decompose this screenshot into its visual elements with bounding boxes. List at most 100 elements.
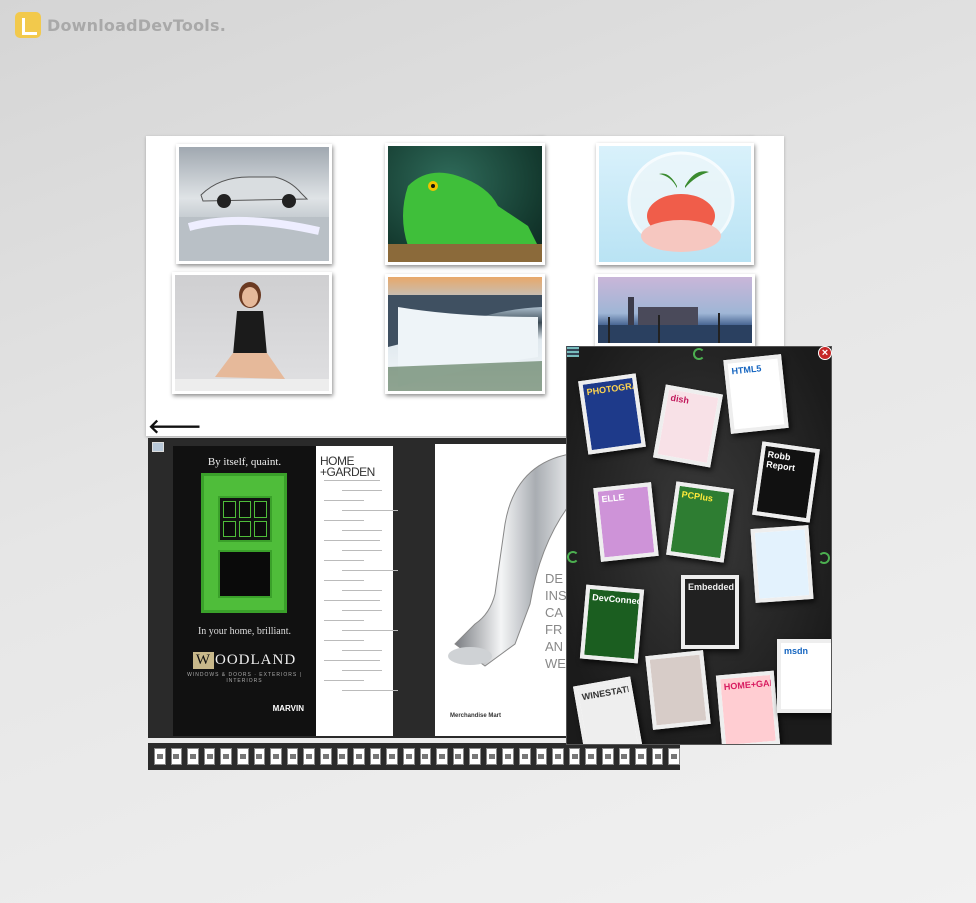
page-thumbnail[interactable] (170, 748, 183, 765)
magazine-cover[interactable]: WINESTATE (573, 676, 643, 744)
waterfall-image (388, 295, 542, 391)
page-thumbnail[interactable] (618, 748, 631, 765)
magazine-cover[interactable]: dish (653, 384, 723, 468)
toc-entry (324, 600, 380, 601)
toc-entry (342, 510, 398, 511)
dessert-image (627, 151, 735, 252)
toc-entry (324, 640, 364, 641)
table-of-contents-page[interactable]: HOME +GARDEN (316, 446, 398, 736)
page-thumbnail[interactable] (154, 748, 166, 765)
photo-waterfall[interactable] (385, 274, 545, 394)
toc-entry (342, 650, 382, 651)
page-thumbnail[interactable] (220, 748, 232, 765)
magazine-cover[interactable]: ELLE (593, 482, 659, 562)
page-thumbnail[interactable] (270, 748, 282, 765)
toc-entry (342, 550, 382, 551)
page-thumbnail[interactable] (386, 748, 398, 765)
page-thumbnail[interactable] (353, 748, 365, 765)
ad-brand-tag: WINDOWS & DOORS · EXTERIORS | INTERIORS (187, 672, 302, 684)
page-thumbnail[interactable] (519, 748, 531, 765)
page-thumbnail[interactable] (319, 748, 332, 765)
toc-entry (324, 660, 380, 661)
page-thumbnail[interactable] (651, 748, 664, 765)
page-thumbnail[interactable] (203, 748, 216, 765)
page-corner-icon[interactable] (152, 442, 164, 452)
grid-view-icon[interactable] (567, 346, 579, 357)
magazine-cover[interactable]: DevConnections (579, 584, 645, 664)
magazine-cover[interactable]: Robb Report (752, 441, 820, 523)
car-image (179, 176, 329, 261)
page-thumbnail[interactable] (485, 748, 498, 765)
page-thumbnail[interactable] (253, 748, 266, 765)
page-thumbnail[interactable] (187, 748, 199, 765)
page-thumbnail[interactable] (668, 748, 680, 765)
marvin-logo: MARVIN (272, 704, 304, 713)
toc-entry (342, 590, 382, 591)
logo-icon (15, 12, 41, 38)
magazine-cover[interactable] (750, 525, 814, 603)
toc-entry (342, 530, 382, 531)
toc-entry (342, 570, 398, 571)
photo-lizard[interactable] (385, 143, 545, 265)
watermark-text: DownloadDevTools. (47, 15, 226, 35)
page-thumbnail[interactable] (502, 748, 515, 765)
page-thumbnail[interactable] (286, 748, 299, 765)
lizard-image (388, 172, 542, 262)
page-thumbnail[interactable] (436, 748, 448, 765)
magazine-cover[interactable]: HTML5 (723, 354, 789, 434)
bookshelf-panel: PHOTOGRAPHY dish HTML5 Robb Report ELLE PCPlu… (566, 346, 832, 745)
magazine-cover[interactable] (645, 650, 711, 730)
page-thumbnail[interactable] (336, 748, 349, 765)
page-thumbnail[interactable] (602, 748, 614, 765)
toc-entry (342, 690, 398, 691)
ad-headline: By itself, quaint. (207, 456, 282, 468)
woodland-ad-page[interactable]: By itself, quaint. In your home, brillia… (173, 446, 316, 736)
page-thumbnail[interactable] (303, 748, 315, 765)
page-thumbnail[interactable] (369, 748, 382, 765)
magazine-cover[interactable]: PHOTOGRAPHY (578, 373, 646, 455)
rotate-handle-icon[interactable] (567, 551, 579, 563)
photo-venice[interactable] (595, 274, 755, 346)
toc-title: HOME +GARDEN (320, 454, 375, 479)
ad-subline: In your home, brilliant. (197, 626, 292, 637)
close-bookshelf-button[interactable]: × (818, 346, 832, 360)
page-thumbnail[interactable] (535, 748, 548, 765)
rotate-handle-icon[interactable] (818, 552, 830, 564)
photo-dessert[interactable] (596, 143, 754, 265)
toc-entry (324, 680, 364, 681)
rotate-handle-icon[interactable] (693, 348, 705, 360)
page-thumbnail[interactable] (402, 748, 415, 765)
magazine-cover[interactable]: PCPlus (666, 481, 734, 563)
watermark-logo: DownloadDevTools. (15, 12, 226, 38)
toc-entry (342, 670, 382, 671)
page-thumbnail[interactable] (236, 748, 249, 765)
page-thumbnail[interactable] (452, 748, 465, 765)
toc-entry (324, 560, 364, 561)
woman-image (175, 282, 329, 391)
toc-entry (324, 620, 364, 621)
magazine-title: Embedded (688, 582, 735, 592)
back-arrow-icon[interactable]: 🡐 (148, 414, 202, 439)
toc-entry (324, 520, 364, 521)
toc-entry (342, 630, 398, 631)
page-thumbnail[interactable] (419, 748, 432, 765)
toc-entry (342, 610, 382, 611)
toc-entry (324, 480, 380, 481)
photo-car[interactable] (176, 144, 332, 264)
toc-entry (342, 490, 382, 491)
page-thumbnail[interactable] (469, 748, 481, 765)
magazine-cover[interactable]: HOME+GARDEN (715, 670, 781, 744)
toc-entry (324, 580, 364, 581)
page-thumbnail[interactable] (568, 748, 581, 765)
page-thumbnail[interactable] (635, 748, 647, 765)
magazine-cover[interactable]: msdn (777, 639, 831, 713)
page-thumbnail[interactable] (585, 748, 598, 765)
photo-woman[interactable] (172, 272, 332, 394)
toc-entry (324, 500, 364, 501)
page-thumbnail[interactable] (552, 748, 564, 765)
faucet-store-name: Merchandise Mart (450, 713, 502, 719)
toc-entry (324, 540, 380, 541)
magazine-cover[interactable]: Embedded (681, 575, 739, 649)
venice-image (598, 297, 752, 343)
window-illustration (201, 473, 287, 613)
